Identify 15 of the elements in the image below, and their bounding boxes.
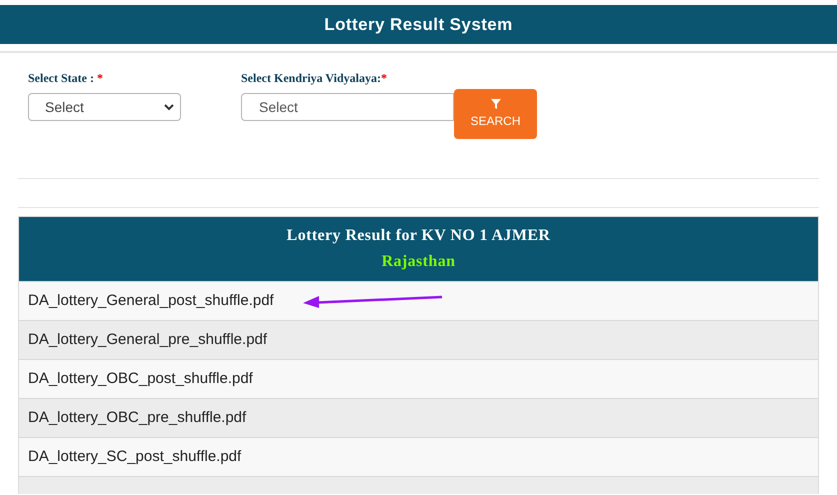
- state-name: Rajasthan: [382, 252, 456, 272]
- input-field[interactable]: Select: [241, 93, 454, 121]
- file-link[interactable]: DA_lottery_General_post_shuffle.pdf: [28, 290, 274, 312]
- chevron-icon: [164, 104, 174, 110]
- file-link[interactable]: DA_lottery_OBC_post_shuffle.pdf: [28, 368, 253, 390]
- page-title: Lottery Result System: [324, 14, 513, 36]
- arrow-icon: [302, 294, 444, 308]
- field-label: Select Kendriya Vidyalaya:*: [241, 70, 388, 87]
- result-title: Lottery Result for KV NO 1 AJMER: [286, 226, 550, 246]
- filter-icon: [490, 98, 500, 108]
- file-link[interactable]: DA_lottery_SC_post_shuffle.pdf: [28, 446, 242, 468]
- file-link[interactable]: DA_lottery_OBC_pre_shuffle.pdf: [28, 406, 246, 430]
- field-label: Select State : *: [28, 70, 104, 87]
- state-dropdown[interactable]: Select: [28, 93, 181, 121]
- file-link[interactable]: DA_lottery_General_pre_shuffle.pdf: [28, 328, 268, 352]
